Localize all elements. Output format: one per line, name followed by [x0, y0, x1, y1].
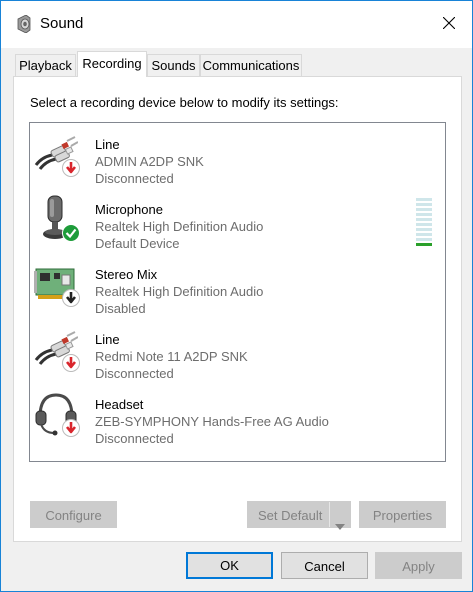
meter-segment [416, 203, 432, 206]
device-status: Disconnected [95, 171, 174, 186]
meter-segment [416, 223, 432, 226]
meter-segment [416, 198, 432, 201]
line-in-cable-icon [34, 324, 80, 375]
green-check-icon [62, 224, 80, 245]
meter-segment [416, 218, 432, 221]
meter-segment [416, 213, 432, 216]
meter-segment [416, 233, 432, 236]
meter-segment [416, 228, 432, 231]
meter-segment [416, 238, 432, 241]
chevron-down-icon [335, 512, 345, 539]
device-description: ADMIN A2DP SNK [95, 154, 204, 169]
microphone-icon [34, 194, 80, 245]
speaker-icon [16, 14, 32, 34]
window-title: Sound [40, 15, 84, 32]
device-status: Disconnected [95, 366, 174, 381]
tab-sounds[interactable]: Sounds [147, 54, 200, 76]
sound-dialog: Sound Playback Recording Sounds Communic… [0, 0, 473, 592]
tab-recording[interactable]: Recording [77, 51, 147, 77]
list-item[interactable]: Line ADMIN A2DP SNK Disconnected [30, 125, 445, 189]
device-description: Realtek High Definition Audio [95, 284, 264, 299]
headset-icon [34, 389, 80, 440]
device-name: Headset [95, 397, 144, 412]
properties-button[interactable]: Properties [359, 501, 446, 528]
close-button[interactable] [426, 1, 472, 47]
tab-communications[interactable]: Communications [200, 54, 302, 76]
device-name: Microphone [95, 202, 163, 217]
set-default-label: Set Default [258, 508, 323, 523]
set-default-dropdown[interactable] [329, 502, 350, 530]
red-down-arrow-icon [62, 159, 80, 180]
black-down-arrow-icon [62, 289, 80, 310]
device-description: ZEB-SYMPHONY Hands-Free AG Audio [95, 414, 329, 429]
set-default-button[interactable]: Set Default [247, 501, 351, 530]
level-meter [416, 198, 432, 248]
meter-segment-active [416, 243, 432, 246]
list-item[interactable]: Microphone Realtek High Definition Audio… [30, 190, 445, 254]
ok-button[interactable]: OK [186, 552, 273, 579]
red-down-arrow-icon [62, 354, 80, 375]
close-icon [442, 16, 456, 32]
device-list[interactable]: Line ADMIN A2DP SNK Disconnected Microph… [29, 122, 446, 462]
configure-button[interactable]: Configure [30, 501, 117, 528]
instruction-text: Select a recording device below to modif… [30, 95, 339, 110]
device-name: Line [95, 137, 120, 152]
title-bar: Sound [1, 1, 472, 48]
list-item[interactable]: Headset ZEB-SYMPHONY Hands-Free AG Audio… [30, 385, 445, 449]
sound-card-icon [34, 259, 80, 310]
cancel-button[interactable]: Cancel [281, 552, 368, 579]
device-name: Line [95, 332, 120, 347]
device-status: Disconnected [95, 431, 174, 446]
recording-panel: Select a recording device below to modif… [13, 76, 462, 542]
device-description: Realtek High Definition Audio [95, 219, 264, 234]
list-item[interactable]: Line Redmi Note 11 A2DP SNK Disconnected [30, 320, 445, 384]
meter-segment [416, 208, 432, 211]
device-name: Stereo Mix [95, 267, 158, 282]
apply-button[interactable]: Apply [375, 552, 462, 579]
tab-playback[interactable]: Playback [15, 54, 76, 76]
list-item[interactable]: Stereo Mix Realtek High Definition Audio… [30, 255, 445, 319]
line-in-cable-icon [34, 129, 80, 180]
device-description: Redmi Note 11 A2DP SNK [95, 349, 248, 364]
device-status: Disabled [95, 301, 146, 316]
red-down-arrow-icon [62, 419, 80, 440]
device-status: Default Device [95, 236, 180, 251]
